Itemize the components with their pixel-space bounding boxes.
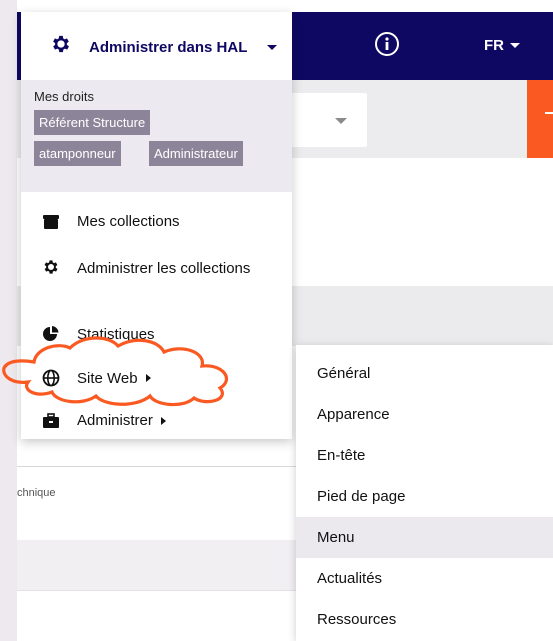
menu-item-mes-collections[interactable]: Mes collections bbox=[42, 213, 180, 230]
menu-item-administrer-collections[interactable]: Administrer les collections bbox=[42, 258, 272, 277]
menu-item-label: Administrer les collections bbox=[77, 260, 251, 277]
chevron-down-icon bbox=[335, 118, 347, 124]
folder-icon bbox=[43, 214, 59, 229]
chevron-down-icon bbox=[510, 43, 520, 48]
menu-item-label: Mes collections bbox=[77, 213, 180, 230]
submenu-item-general[interactable]: Général bbox=[296, 353, 553, 394]
toolbox-icon bbox=[43, 412, 59, 428]
submenu-item-actualites[interactable]: Actualités bbox=[296, 558, 553, 599]
minus-icon bbox=[545, 112, 553, 114]
gear-icon bbox=[44, 260, 58, 274]
gear-icon bbox=[53, 35, 69, 53]
menu-item-label: Administrer bbox=[77, 412, 153, 429]
role-badge: Référent Structure bbox=[34, 110, 151, 135]
language-selector[interactable]: FR bbox=[484, 37, 520, 54]
structure-select[interactable] bbox=[290, 93, 367, 147]
my-rights-title: Mes droits bbox=[34, 89, 94, 104]
my-rights-panel: Mes droits Référent Structure atamponneu… bbox=[21, 80, 292, 192]
role-badge: atamponneur bbox=[34, 141, 121, 166]
language-label: FR bbox=[484, 37, 504, 54]
admin-menu-title: Administrer dans HAL bbox=[89, 39, 248, 56]
role-badge: Administrateur bbox=[149, 141, 243, 166]
chevron-down-icon bbox=[267, 45, 277, 50]
left-margin bbox=[0, 0, 17, 641]
submenu-item-pied-de-page[interactable]: Pied de page bbox=[296, 476, 553, 517]
highlight-annotation bbox=[2, 336, 228, 407]
admin-menu-toggle[interactable]: Administrer dans HAL bbox=[21, 12, 292, 80]
info-icon[interactable] bbox=[374, 31, 400, 57]
submenu-item-ressources[interactable]: Ressources bbox=[296, 599, 553, 640]
submenu-item-apparence[interactable]: Apparence bbox=[296, 394, 553, 435]
background-text: chnique bbox=[17, 487, 56, 499]
orange-action-button[interactable] bbox=[527, 80, 553, 158]
menu-item-administrer[interactable]: Administrer bbox=[42, 412, 166, 429]
caret-right-icon bbox=[160, 416, 166, 425]
site-web-submenu: Général Apparence En-tête Pied de page M… bbox=[296, 345, 553, 641]
submenu-item-menu[interactable]: Menu bbox=[296, 517, 553, 558]
submenu-item-en-tete[interactable]: En-tête bbox=[296, 435, 553, 476]
